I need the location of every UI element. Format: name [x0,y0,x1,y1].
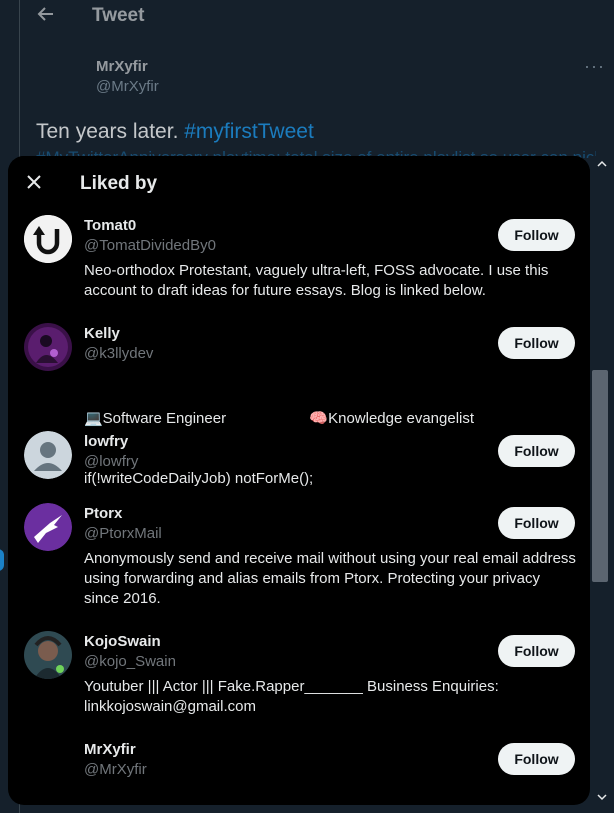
user-name[interactable]: Tomat0 [84,217,136,234]
user-handle[interactable]: @kojo_Swain [84,653,176,670]
user-list: Tomat0 @TomatDividedBy0 Follow Neo-ortho… [8,209,590,805]
avatar[interactable] [24,503,72,551]
bio-line: using forwarding and alias emails from P… [84,570,541,587]
user-name[interactable]: lowfry [84,433,128,450]
bio-line: Anonymously send and receive mail withou… [84,550,576,567]
scrollbar-thumb[interactable] [592,370,608,582]
user-handle[interactable]: @k3llydev [84,345,153,362]
modal-title: Liked by [80,173,158,194]
modal-header: Liked by [8,156,590,209]
bio-line: Youtuber ||| Actor ||| Fake.Rapper______… [84,678,499,695]
list-item[interactable]: lowfry @lowfry Follow [8,425,590,497]
user-bio: Neo-orthodox Protestant, vaguely ultra-l… [84,261,579,301]
follow-button[interactable]: Follow [498,635,575,667]
close-icon[interactable] [21,169,47,195]
scroll-down-icon[interactable] [594,789,610,805]
user-handle[interactable]: @TomatDividedBy0 [84,237,216,254]
follow-button[interactable]: Follow [498,327,575,359]
list-item[interactable]: Tomat0 @TomatDividedBy0 Follow Neo-ortho… [8,209,590,317]
side-accent [0,549,4,571]
list-item[interactable]: Kelly @k3llydev Follow 💻Software Enginee… [8,317,590,487]
user-bio: Anonymously send and receive mail withou… [84,549,579,609]
scroll-up-icon[interactable] [594,156,610,172]
follow-button[interactable]: Follow [498,435,575,467]
back-arrow-icon[interactable] [36,4,56,24]
liked-by-modal: Liked by Tomat0 @TomatDividedBy0 Follow … [8,156,590,805]
tweet-hashtag-link[interactable]: #myfirstTweet [184,120,314,143]
follow-button[interactable]: Follow [498,743,575,775]
user-name[interactable]: Kelly [84,325,120,342]
tweet-text: Ten years later. #myfirstTweet [36,120,314,144]
more-options-icon[interactable]: ··· [584,56,605,77]
tweet-author-name[interactable]: MrXyfir [96,58,148,75]
list-item[interactable]: MrXyfir @MrXyfir Follow [8,733,590,805]
follow-button[interactable]: Follow [498,507,575,539]
scrollbar[interactable] [590,156,614,805]
bio-line: linkkojoswain@gmail.com [84,698,256,715]
page-title: Tweet [92,5,145,26]
user-name[interactable]: MrXyfir [84,741,136,758]
user-handle[interactable]: @MrXyfir [84,761,147,778]
avatar[interactable] [24,431,72,479]
avatar[interactable] [24,323,72,371]
bio-line: Neo-orthodox Protestant, vaguely ultra-l… [84,262,549,279]
avatar[interactable] [24,631,72,679]
bio-line: account to draft ideas for future essays… [84,282,486,299]
user-handle[interactable]: @PtorxMail [84,525,162,542]
user-bio: Youtuber ||| Actor ||| Fake.Rapper______… [84,677,579,717]
list-item[interactable]: Ptorx @PtorxMail Follow Anonymously send… [8,497,590,625]
list-item[interactable]: KojoSwain @kojo_Swain Follow Youtuber ||… [8,625,590,733]
avatar[interactable] [24,215,72,263]
bio-line: since 2016. [84,590,161,607]
tweet-author-handle[interactable]: @MrXyfir [96,78,159,95]
tweet-text-plain: Ten years later. [36,120,185,143]
user-handle[interactable]: @lowfry [84,453,138,470]
follow-button[interactable]: Follow [498,219,575,251]
user-name[interactable]: KojoSwain [84,633,161,650]
user-name[interactable]: Ptorx [84,505,122,522]
